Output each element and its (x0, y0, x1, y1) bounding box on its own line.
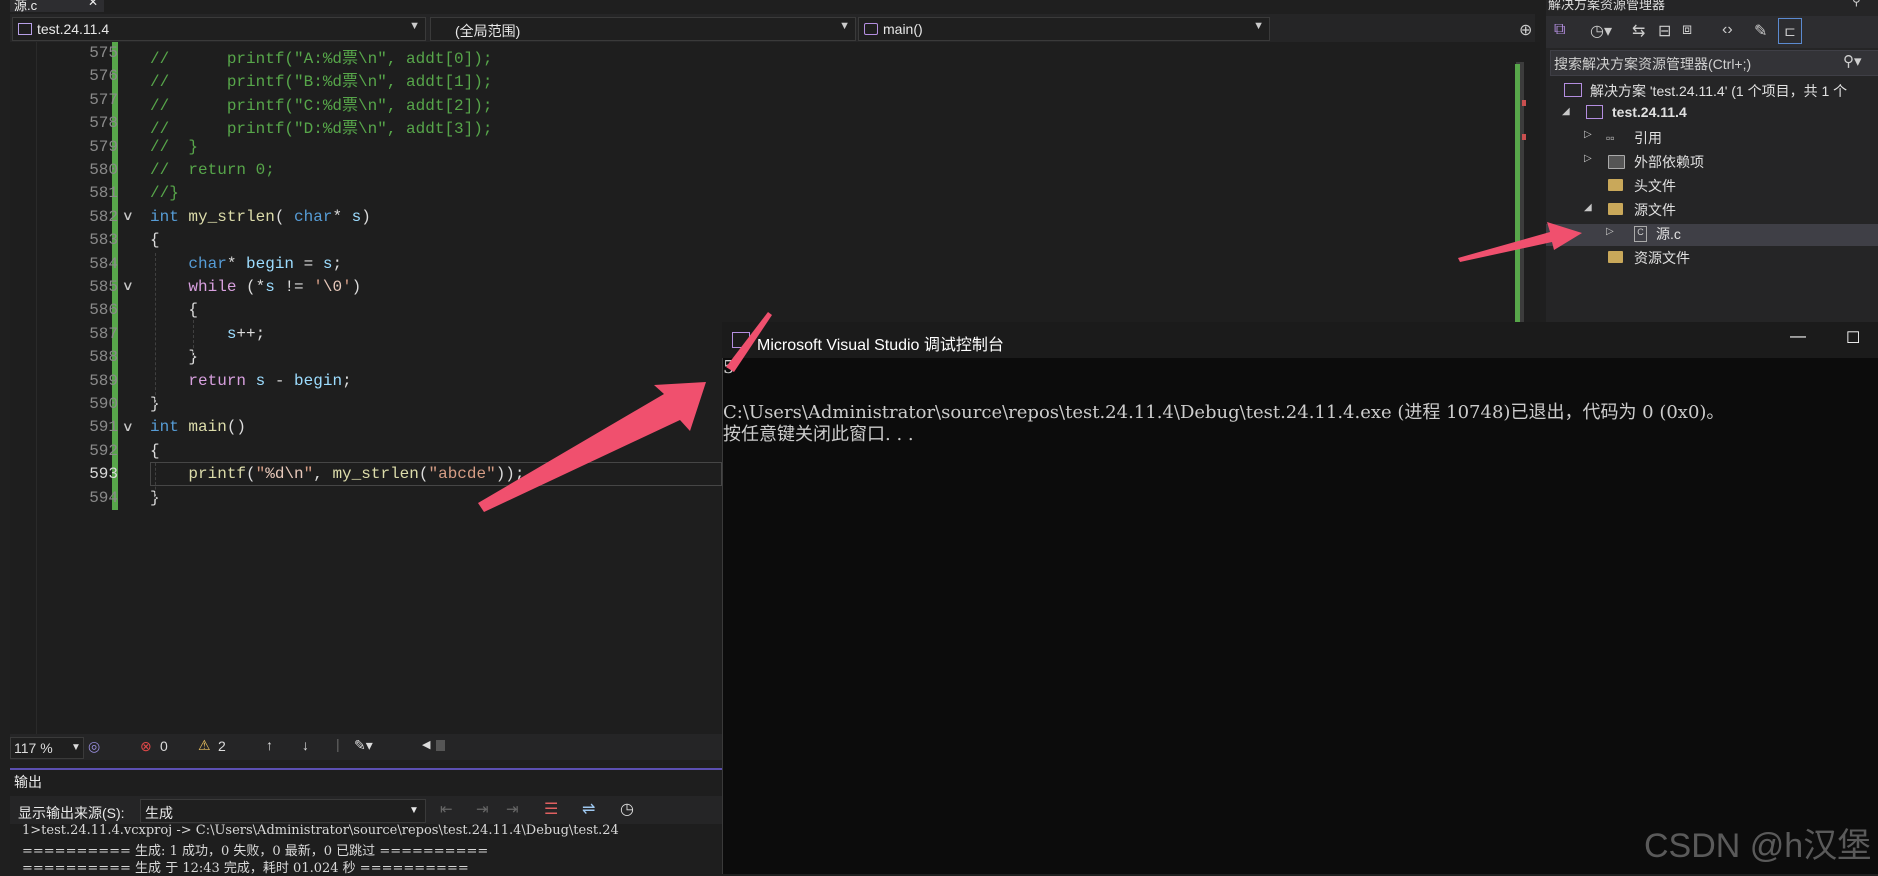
annotation-arrow (726, 312, 772, 372)
annotation-arrow (478, 382, 706, 512)
watermark: CSDN @h汉堡 (1644, 827, 1872, 865)
annotation-arrows (478, 222, 1582, 512)
annotation-arrow (1458, 222, 1582, 262)
